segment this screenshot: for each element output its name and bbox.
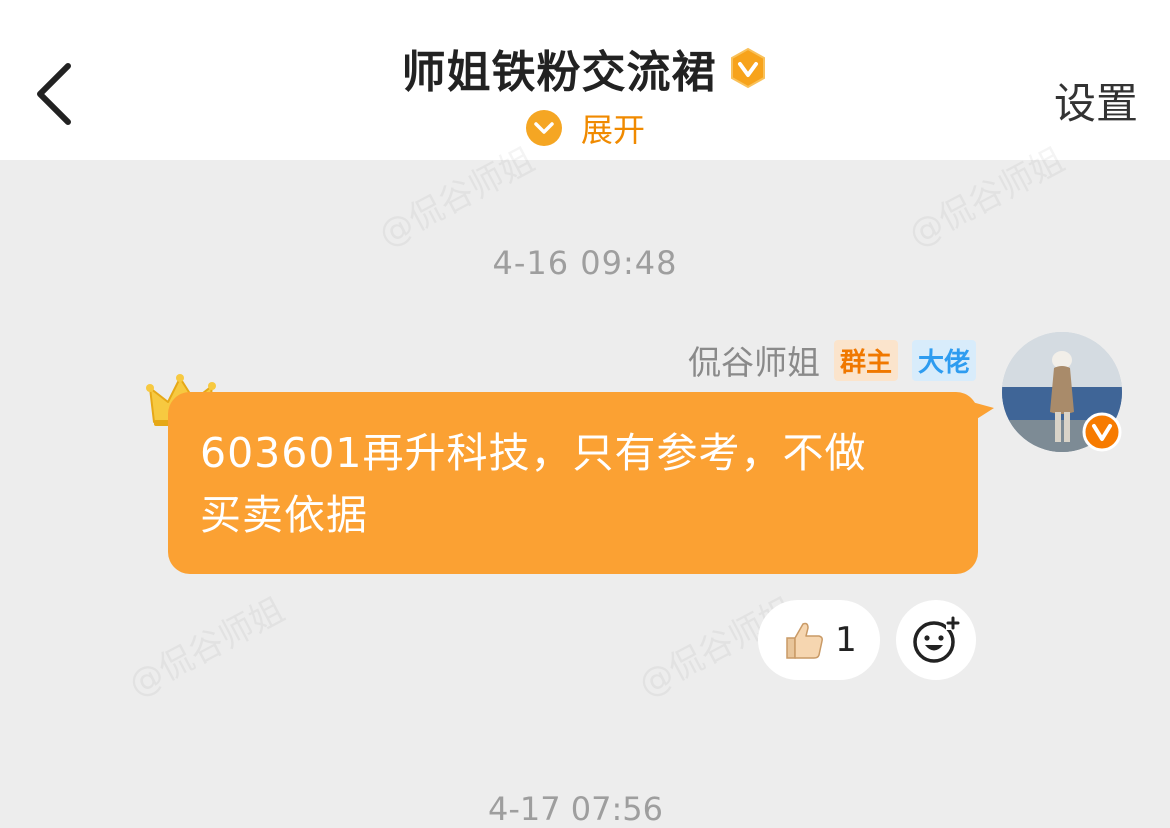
group-owner-badge: 群主 xyxy=(833,339,898,381)
message-bubble[interactable]: 603601再升科技，只有参考，不做 买卖依据 xyxy=(168,392,978,574)
message-timestamp: 4-16 09:48 xyxy=(492,244,678,282)
chevron-down-circle-icon xyxy=(525,110,562,146)
reaction-pill[interactable]: 1 xyxy=(758,600,880,680)
vip-badge: 大佬 xyxy=(911,339,976,381)
message-line-2: 买卖依据 xyxy=(200,491,368,539)
watermark: @侃谷师姐 xyxy=(118,583,291,706)
thumbs-up-icon xyxy=(786,622,824,659)
add-emoji-icon xyxy=(913,616,960,663)
expand-toggle[interactable]: 展开 xyxy=(0,104,1170,152)
verified-v-icon xyxy=(1082,412,1122,452)
settings-button[interactable]: 设置 xyxy=(1054,70,1138,131)
next-timestamp: 4-17 07:56 xyxy=(488,790,664,828)
expand-label: 展开 xyxy=(580,111,645,149)
sender-name[interactable]: 侃谷师姐 xyxy=(688,336,820,384)
add-reaction-button[interactable] xyxy=(896,600,976,680)
sender-avatar[interactable] xyxy=(1002,332,1122,452)
sender-info: 侃谷师姐 群主 大佬 xyxy=(688,338,976,382)
chat-header: 师姐铁粉交流裙 展开 设置 xyxy=(0,0,1170,160)
message-line-1: 603601再升科技，只有参考，不做 xyxy=(200,429,867,477)
reaction-count: 1 xyxy=(835,620,857,660)
title-row: 师姐铁粉交流裙 xyxy=(0,38,1170,98)
group-title: 师姐铁粉交流裙 xyxy=(401,47,717,98)
verified-v-icon xyxy=(730,47,765,89)
